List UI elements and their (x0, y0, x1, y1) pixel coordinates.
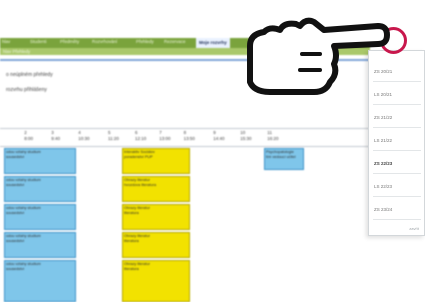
event-detail: tím vedoucí učitel (266, 154, 296, 159)
tick-index: 6 (135, 130, 138, 135)
tick-index: 11 (267, 130, 272, 135)
time-tick: 4 10:30 (78, 130, 98, 142)
time-tick: 3 9:40 (51, 130, 71, 142)
tick-index: 9 (213, 130, 216, 135)
tick-time: 8:00 (24, 136, 34, 141)
event-detail: hvozdova literatura (124, 182, 157, 187)
nav-item-3[interactable]: Rozvrhování (92, 39, 117, 44)
event-detail: sousedství (6, 154, 25, 159)
tick-time: 13:50 (183, 136, 195, 141)
tick-time: 13:00 (159, 136, 171, 141)
panel-separator (373, 150, 421, 151)
time-tick: 10 15:30 (240, 130, 260, 142)
schedule-event[interactable]: odou vztahy studium sousedství (4, 232, 76, 258)
pointing-hand-icon (247, 17, 390, 95)
schedule-header-top-border (0, 128, 370, 129)
schedule-event[interactable]: odou vztahy studium sousedství (4, 204, 76, 230)
tick-time: 11:20 (108, 136, 119, 141)
semester-option[interactable]: LS 21/22 (374, 138, 392, 143)
semester-option[interactable]: ZS 22/23 (374, 161, 392, 166)
nav-item-1[interactable]: Studenti (30, 39, 47, 44)
panel-close-link[interactable]: zavřít (409, 226, 419, 231)
tick-time: 10:30 (78, 136, 90, 141)
time-tick: 7 13:00 (159, 130, 179, 142)
panel-separator (373, 127, 421, 128)
event-detail: sousedství (6, 266, 25, 271)
nav-item-4[interactable]: Přehledy (136, 39, 154, 44)
schedule-event[interactable]: Obrazy literatur literatura (122, 204, 190, 230)
tick-index: 5 (108, 130, 111, 135)
event-detail: literatura (124, 238, 139, 243)
time-tick: 6 12:10 (135, 130, 155, 142)
nav-item-6[interactable]: Moje rozvrhy (196, 38, 230, 48)
time-tick: 2 8:00 (24, 130, 44, 142)
event-detail: sousedství (6, 182, 25, 187)
panel-separator (373, 219, 421, 220)
time-tick: 9 14:40 (213, 130, 233, 142)
panel-separator (373, 173, 421, 174)
nav-item-2[interactable]: Předměty (60, 39, 79, 44)
info-line-1: o neúplném přehledy (6, 72, 53, 78)
event-detail: poradenství PUP (124, 154, 153, 159)
time-tick: 8 13:50 (184, 130, 204, 142)
schedule-event[interactable]: Obrazy literatur literatura (122, 260, 190, 302)
time-tick: 5 11:20 (108, 130, 128, 142)
time-tick: 11 16:20 (267, 130, 287, 142)
schedule-event[interactable]: Interaktiv Sociálov poradenství PUP (122, 148, 190, 174)
semester-option[interactable]: LS 22/23 (374, 184, 392, 189)
tick-index: 8 (183, 130, 187, 135)
tick-time: 12:10 (135, 136, 147, 141)
schedule-header-bottom-border (0, 146, 370, 147)
tick-time: 9:40 (51, 136, 61, 141)
tick-index: 10 (240, 130, 246, 135)
event-detail: sousedství (6, 210, 25, 215)
schedule-event[interactable]: odou vztahy studium sousedství (4, 260, 76, 302)
panel-separator (373, 196, 421, 197)
subnav-link[interactable]: hlav Přehledy (3, 49, 30, 54)
nav-item-5[interactable]: Rezervace (164, 39, 186, 44)
semester-option[interactable]: ZS 21/22 (374, 115, 392, 120)
panel-separator (373, 104, 421, 105)
tick-index: 7 (159, 130, 162, 135)
tick-index: 4 (78, 130, 81, 135)
tick-index: 3 (51, 130, 54, 135)
event-detail: literatura (124, 266, 139, 271)
schedule-event[interactable]: odou vztahy studium sousedství (4, 148, 76, 174)
event-detail: sousedství (6, 238, 25, 243)
nav-item-0[interactable]: hlav (2, 39, 10, 44)
tick-time: 14:40 (213, 136, 225, 141)
schedule-event[interactable]: Psychopatologie tím vedoucí učitel (264, 148, 304, 170)
semester-option[interactable]: ZS 23/24 (374, 207, 392, 212)
info-line-2: rozvrhu přihlášeny (6, 87, 47, 93)
tick-time: 15:30 (240, 136, 252, 141)
schedule-event[interactable]: odou vztahy studium sousedství (4, 176, 76, 202)
event-detail: literatura (124, 210, 139, 215)
schedule-event[interactable]: Obrazy literatur hvozdova literatura (122, 176, 190, 202)
schedule-event[interactable]: Obrazy literatur literatura (122, 232, 190, 258)
tick-time: 16:20 (267, 136, 279, 141)
tick-index: 2 (24, 130, 27, 135)
